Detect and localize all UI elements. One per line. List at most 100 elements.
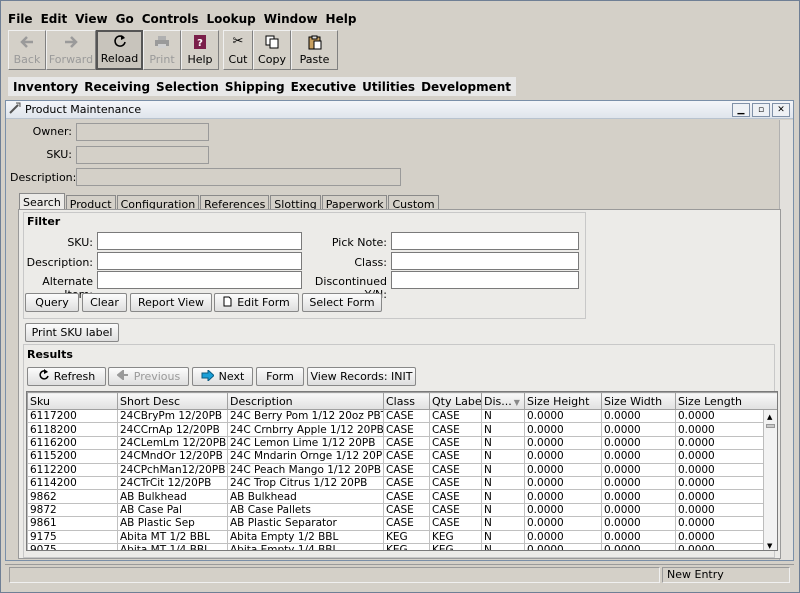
table-row[interactable]: 9872 AB Case Pal AB Case Pallets CASE CASE N 0… <box>27 502 777 518</box>
table-row[interactable]: 6115200 24CMndOr 12/20PB 24C Mndarin Ornge… <box>27 449 777 464</box>
scroll-thumb[interactable] <box>766 424 775 428</box>
menu-edit[interactable]: Edit <box>37 12 72 26</box>
table-cell: N <box>481 408 525 424</box>
print-sku-label-button[interactable]: Print SKU label <box>25 323 119 342</box>
module-development[interactable]: Development <box>418 80 514 94</box>
minimize-icon[interactable]: ▁ <box>732 103 750 117</box>
table-cell: 24CBryPm 12/20PB <box>117 408 228 424</box>
help-button[interactable]: ? Help <box>181 30 219 70</box>
table-row[interactable]: 6114200 24CTrCit 12/20PB 24C Trop Citrus 1… <box>27 475 777 491</box>
col-header-qty-label[interactable]: Qty Label <box>429 392 482 410</box>
back-button[interactable]: Back <box>8 30 46 70</box>
table-cell: 0.0000 <box>601 542 676 550</box>
menu-view[interactable]: View <box>71 12 111 26</box>
print-button[interactable]: Print <box>143 30 181 70</box>
copy-button[interactable]: Copy <box>253 30 291 70</box>
table-row[interactable]: 6112200 24CPchMan12/20PB 24C Peach Mango 1… <box>27 462 777 477</box>
table-cell: 6115200 <box>27 449 118 464</box>
table-cell: 0.0000 <box>601 529 676 544</box>
filter-description-input[interactable] <box>97 252 302 270</box>
window-titlebar[interactable]: Product Maintenance <box>6 101 793 119</box>
table-row[interactable]: 6117200 24CBryPm 12/20PB 24C Berry Pom 1/1… <box>27 408 777 424</box>
sku-label: SKU: <box>46 148 72 161</box>
table-cell: 0.0000 <box>524 422 602 437</box>
menu-controls[interactable]: Controls <box>138 12 203 26</box>
report-view-button[interactable]: Report View <box>130 293 212 312</box>
table-cell: CASE <box>383 408 430 424</box>
close-icon[interactable]: ✕ <box>772 103 790 117</box>
edit-form-button[interactable]: Edit Form <box>214 293 299 312</box>
menu-file[interactable]: File <box>4 12 37 26</box>
table-cell: CASE <box>429 489 482 504</box>
form-button[interactable]: Form <box>256 367 304 386</box>
menu-window[interactable]: Window <box>260 12 322 26</box>
clear-button[interactable]: Clear <box>82 293 127 312</box>
menu-go[interactable]: Go <box>112 12 138 26</box>
refresh-button[interactable]: Refresh <box>27 367 106 386</box>
module-selection[interactable]: Selection <box>153 80 222 94</box>
module-bar: Inventory Receiving Selection Shipping E… <box>8 77 517 96</box>
description-field[interactable] <box>76 168 401 186</box>
maximize-icon[interactable]: ▫ <box>752 103 770 117</box>
filter-pick-note-input[interactable] <box>391 232 579 250</box>
next-button[interactable]: Next <box>192 367 253 386</box>
reload-button[interactable]: Reload <box>96 30 143 70</box>
col-header-short-desc[interactable]: Short Desc <box>117 392 228 410</box>
previous-button[interactable]: Previous <box>108 367 189 386</box>
scroll-up-icon[interactable]: ▲ <box>767 413 772 421</box>
table-cell: CASE <box>383 489 430 504</box>
owner-field[interactable] <box>76 123 209 141</box>
module-inventory[interactable]: Inventory <box>10 80 81 94</box>
table-cell: 0.0000 <box>524 408 602 424</box>
filter-class-input[interactable] <box>391 252 579 270</box>
table-cell: AB Bulkhead <box>117 489 228 504</box>
results-title: Results <box>27 348 73 361</box>
filter-discontinued-input[interactable] <box>391 271 579 289</box>
module-utilities[interactable]: Utilities <box>359 80 418 94</box>
window-scrollbar[interactable] <box>779 120 793 560</box>
filter-title: Filter <box>27 215 61 228</box>
col-header-class[interactable]: Class <box>383 392 430 410</box>
results-grid-body: 6117200 24CBryPm 12/20PB 24C Berry Pom 1/1… <box>27 408 777 550</box>
col-header-size-length[interactable]: Size Length <box>675 392 777 410</box>
status-mode: New Entry <box>662 567 790 583</box>
filter-sku-input[interactable] <box>97 232 302 250</box>
module-receiving[interactable]: Receiving <box>81 80 153 94</box>
menu-lookup[interactable]: Lookup <box>202 12 259 26</box>
cut-button[interactable]: ✂ Cut <box>223 30 253 70</box>
results-scrollbar[interactable]: ▲ ▼ <box>763 410 777 550</box>
table-cell: N <box>481 542 525 550</box>
table-row[interactable]: 9861 AB Plastic Sep AB Plastic Separator CA… <box>27 516 777 531</box>
col-header-description[interactable]: Description <box>227 392 384 410</box>
forward-button[interactable]: Forward <box>46 30 96 70</box>
col-header-sku[interactable]: Sku <box>27 392 118 410</box>
table-cell: N <box>481 422 525 437</box>
menu-help[interactable]: Help <box>322 12 361 26</box>
menu-bar: File Edit View Go Controls Lookup Window… <box>4 9 360 29</box>
module-shipping[interactable]: Shipping <box>222 80 288 94</box>
table-row[interactable]: 9075 Abita MT 1/4 BBL Abita Empty 1/4 BBL K… <box>27 542 777 550</box>
table-cell: N <box>481 435 525 451</box>
filter-sku-label: SKU: <box>67 236 93 249</box>
module-executive[interactable]: Executive <box>288 80 360 94</box>
arrow-right-icon <box>63 34 79 50</box>
table-row[interactable]: 9175 Abita MT 1/2 BBL Abita Empty 1/2 BBL K… <box>27 529 777 544</box>
filter-alt-item-input[interactable] <box>97 271 302 289</box>
view-records-button[interactable]: View Records: INIT <box>307 367 416 386</box>
reload-icon <box>112 33 128 49</box>
table-cell: 0.0000 <box>601 502 676 518</box>
sku-field[interactable] <box>76 146 209 164</box>
table-cell: CASE <box>383 475 430 491</box>
col-header-size-height[interactable]: Size Height <box>524 392 602 410</box>
scroll-down-icon[interactable]: ▼ <box>767 542 772 550</box>
table-row[interactable]: 6118200 24CCrnAp 12/20PB 24C Crnbrry Apple… <box>27 422 777 437</box>
paste-button[interactable]: Paste <box>291 30 338 70</box>
col-header-discontinued[interactable]: Dis... ▼ <box>481 392 525 410</box>
select-form-button[interactable]: Select Form <box>302 293 382 312</box>
table-cell: KEG <box>429 529 482 544</box>
query-button[interactable]: Query <box>25 293 79 312</box>
col-header-size-width[interactable]: Size Width <box>601 392 676 410</box>
table-row[interactable]: 9862 AB Bulkhead AB Bulkhead CASE CASE N 0.000… <box>27 489 777 504</box>
table-cell: 24C Trop Citrus 1/12 20PB <box>227 475 384 491</box>
table-row[interactable]: 6116200 24CLemLm 12/20PB 24C Lemon Lime 1/… <box>27 435 777 451</box>
